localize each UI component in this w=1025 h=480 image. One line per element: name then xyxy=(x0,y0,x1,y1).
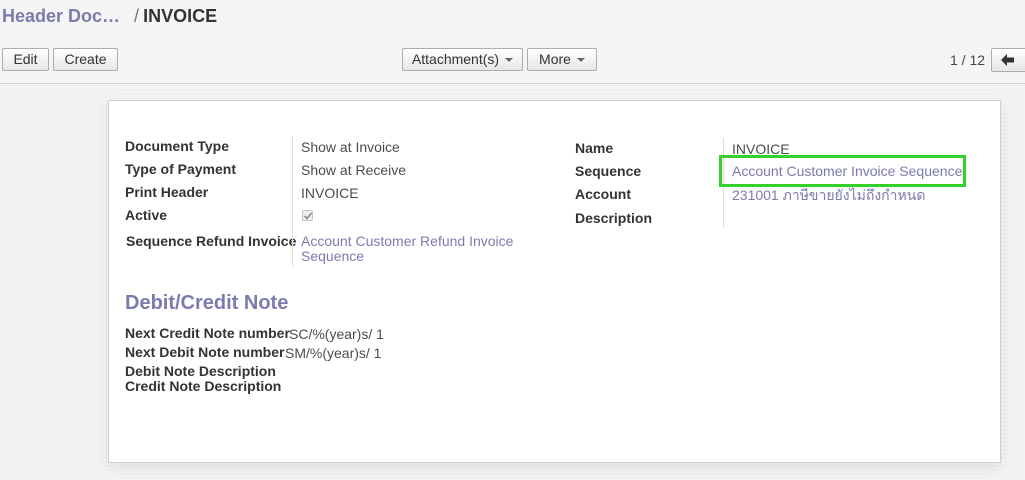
document-type-value: Show at Invoice xyxy=(301,139,400,155)
print-header-label: Print Header xyxy=(125,184,209,200)
breadcrumb-current: INVOICE xyxy=(143,6,218,26)
caret-down-icon xyxy=(576,58,585,63)
description-label: Description xyxy=(575,210,653,226)
active-checkbox[interactable] xyxy=(302,210,313,221)
attachments-dropdown[interactable]: Attachment(s) xyxy=(402,48,523,71)
pager-previous-button[interactable] xyxy=(991,48,1025,72)
debit-note-description-label: Debit Note Description xyxy=(125,363,276,379)
edit-button[interactable]: Edit xyxy=(2,48,49,71)
breadcrumb-parent-link[interactable]: Header Doc… xyxy=(2,6,120,26)
create-button[interactable]: Create xyxy=(53,48,118,71)
pager-value: 1 / 12 xyxy=(950,52,986,68)
type-of-payment-label: Type of Payment xyxy=(125,161,236,177)
sequence-refund-invoice-link[interactable]: Account Customer Refund Invoice Sequence xyxy=(301,234,516,264)
more-dropdown[interactable]: More xyxy=(527,48,597,71)
next-debit-note-number-value: SM/%(year)s/ 1 xyxy=(285,345,382,361)
caret-down-icon xyxy=(505,58,514,63)
print-header-value: INVOICE xyxy=(301,185,359,201)
control-panel: Header Doc… / INVOICE Edit Create Attachme… xyxy=(0,0,1025,84)
account-label: Account xyxy=(575,186,631,202)
type-of-payment-value: Show at Receive xyxy=(301,162,407,178)
account-link[interactable]: 231001 ภาษีขายยังไม่ถึงกำหนด xyxy=(732,188,925,203)
left-group-divider xyxy=(292,136,293,267)
form-sheet xyxy=(108,100,1001,463)
next-credit-note-number-label: Next Credit Note number xyxy=(125,325,290,341)
attachments-label: Attachment(s) xyxy=(411,51,500,67)
debit-credit-note-title: Debit/Credit Note xyxy=(125,292,289,314)
next-debit-note-number-label: Next Debit Note number xyxy=(125,344,285,360)
active-label: Active xyxy=(125,207,168,223)
name-label: Name xyxy=(575,140,614,156)
breadcrumb-separator: / xyxy=(134,6,140,26)
right-group-divider xyxy=(723,138,724,228)
sequence-refund-invoice-label: Sequence Refund Invoice xyxy=(126,233,297,249)
checkmark-icon xyxy=(303,212,313,220)
arrow-left-icon xyxy=(1001,54,1014,66)
more-label: More xyxy=(539,51,571,67)
sequence-link[interactable]: Account Customer Invoice Sequence xyxy=(732,164,962,179)
sequence-label: Sequence xyxy=(575,163,642,179)
name-value: INVOICE xyxy=(732,141,790,157)
next-credit-note-number-value: SC/%(year)s/ 1 xyxy=(289,326,384,342)
breadcrumb: Header Doc… / INVOICE xyxy=(2,6,217,27)
credit-note-description-label: Credit Note Description xyxy=(125,378,282,394)
document-type-label: Document Type xyxy=(125,138,229,154)
